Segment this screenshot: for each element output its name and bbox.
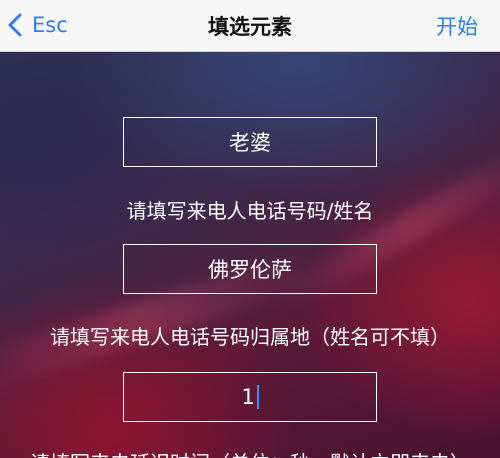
delay-value: 1 [241, 385, 255, 409]
contact-name-hint: 请填写来电人电话号码/姓名 [126, 199, 374, 223]
start-button[interactable]: 开始 [436, 0, 478, 52]
form-area: 老婆 请填写来电人电话号码/姓名 佛罗伦萨 请填写来电人电话号码归属地（姓名可不… [0, 52, 500, 458]
text-caret [256, 385, 259, 409]
delay-input[interactable]: 1 [123, 372, 377, 422]
contact-name-input[interactable]: 老婆 [123, 117, 377, 167]
navigation-bar: Esc 填选元素 开始 [0, 0, 500, 52]
location-input[interactable]: 佛罗伦萨 [123, 244, 377, 294]
chevron-left-icon [8, 13, 22, 37]
delay-hint: 请填写来电延迟时间（单位：秒，默认立即来电） [0, 447, 500, 458]
location-hint: 请填写来电人电话号码归属地（姓名可不填） [50, 325, 450, 349]
contact-name-value: 老婆 [229, 131, 271, 155]
page-title: 填选元素 [208, 15, 292, 39]
location-value: 佛罗伦萨 [208, 258, 292, 282]
back-label: Esc [32, 13, 68, 37]
back-button[interactable]: Esc [8, 8, 68, 42]
